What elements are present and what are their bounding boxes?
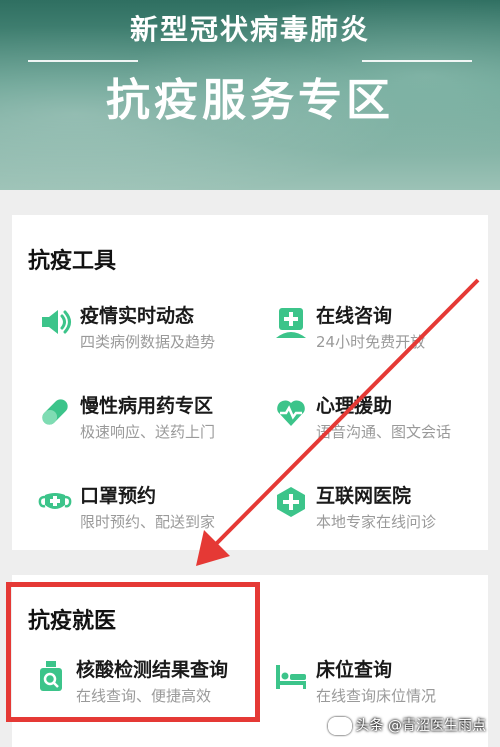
watermark-logo-icon [327, 717, 352, 735]
watermark: 头条 @青涩医生雨点 [327, 715, 486, 735]
watermark-text: 头条 @青涩医生雨点 [355, 718, 486, 734]
annotation-arrow [196, 278, 480, 566]
